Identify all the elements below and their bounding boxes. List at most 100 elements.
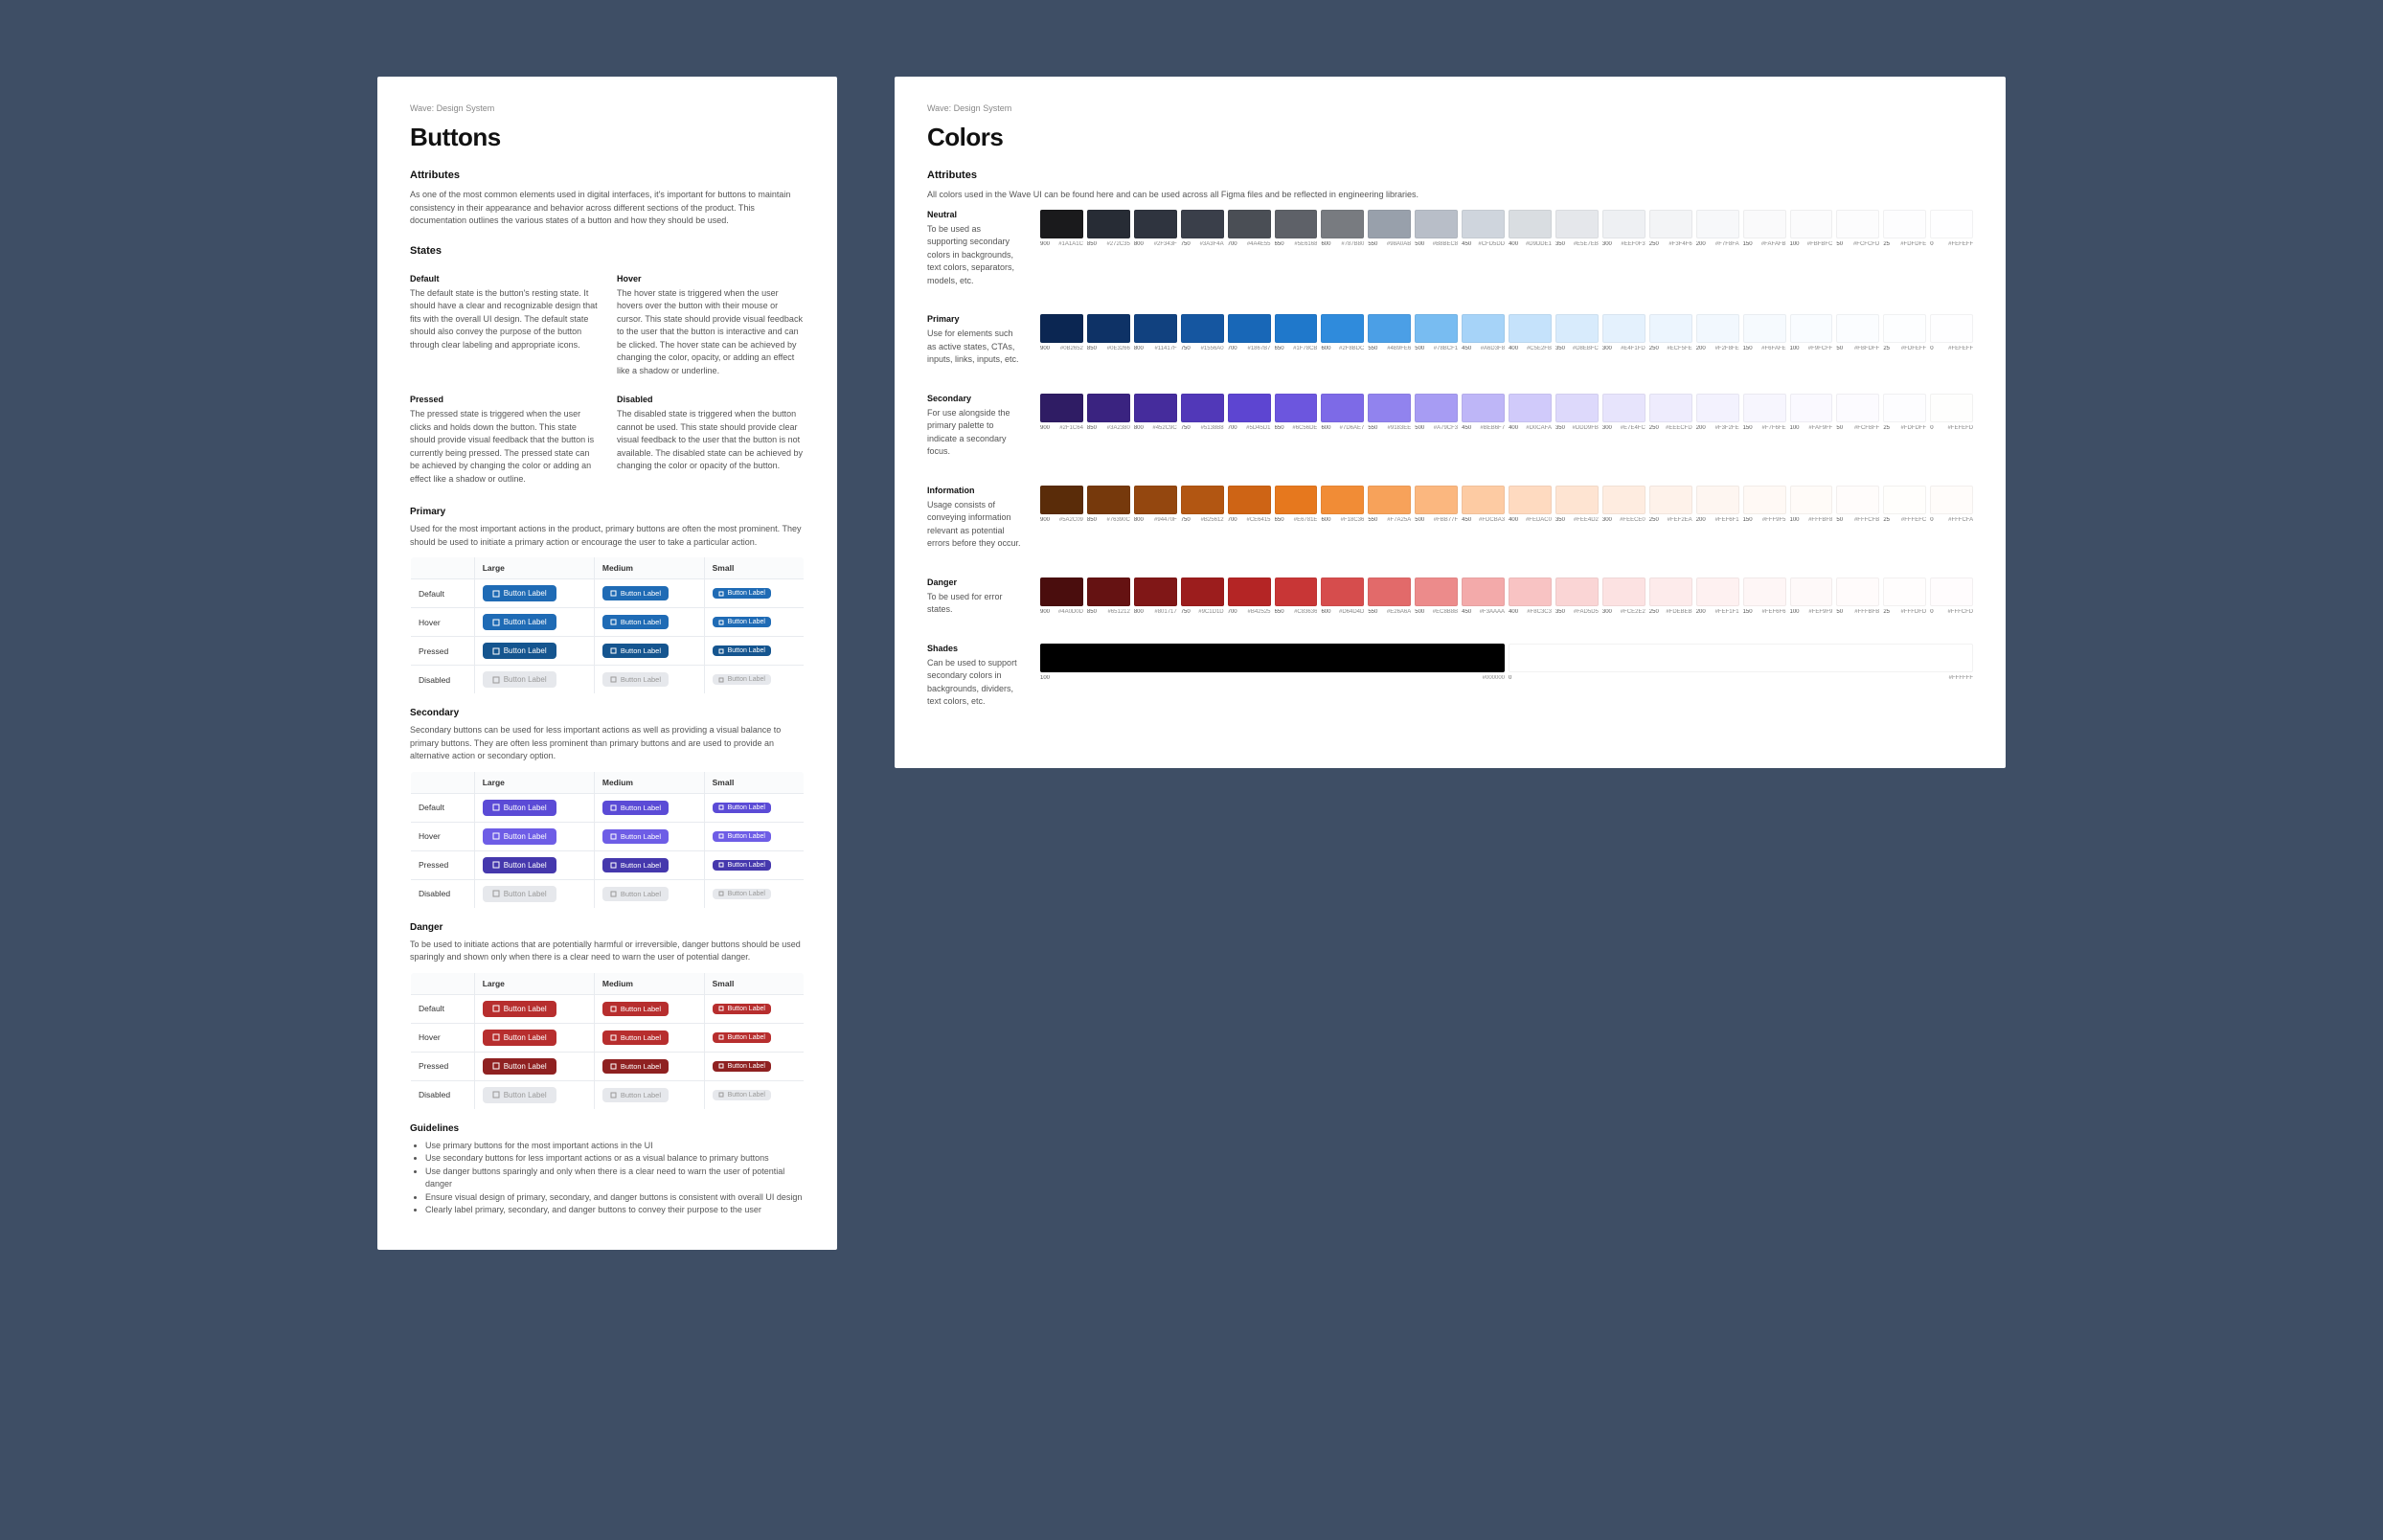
button-label: Button Label [504,646,547,655]
swatch-step: 25 [1883,241,1890,247]
color-swatch: 0#FFFCFA [1930,486,1973,558]
color-group-name: Primary [927,314,1023,324]
primary-button-medium-default[interactable]: Button Label [602,586,669,600]
secondary-button-large-default[interactable]: Button Label [483,800,556,816]
primary-paragraph: Used for the most important actions in t… [410,523,805,549]
color-swatch: 350#FAD5D5 [1555,578,1599,624]
primary-button-medium-pressed[interactable]: Button Label [602,644,669,658]
danger-button-small-default[interactable]: Button Label [713,1004,771,1014]
color-swatch: 550#9183EE [1368,394,1411,466]
danger-button-medium-default[interactable]: Button Label [602,1002,669,1016]
button-label: Button Label [621,832,661,841]
color-swatch: 500#B8BEC8 [1415,210,1458,296]
secondary-button-medium-hover[interactable]: Button Label [602,829,669,844]
swatch-hex: #E5E7EB [1574,241,1599,247]
swatch-box [1790,210,1833,238]
primary-button-large-default[interactable]: Button Label [483,585,556,601]
primary-button-medium-hover[interactable]: Button Label [602,615,669,629]
placeholder-icon [610,676,617,683]
swatch-box [1649,314,1692,343]
danger-button-large-default[interactable]: Button Label [483,1001,556,1017]
swatch-box [1696,210,1739,238]
secondary-button-small-hover[interactable]: Button Label [713,831,771,842]
color-swatch: 50#FCFCFD [1836,210,1879,296]
primary-button-small-disabled: Button Label [713,674,771,685]
row-label-disabled: Disabled [411,1080,475,1109]
swatch-step: 100 [1790,425,1800,431]
state-pressed-paragraph: The pressed state is triggered when the … [410,408,598,486]
swatch-box [1555,578,1599,606]
color-group-shades: ShadesCan be used to support secondary c… [927,644,1973,716]
danger-button-medium-hover[interactable]: Button Label [602,1030,669,1045]
color-swatch: 25#FDFDFF [1883,394,1926,466]
secondary-button-large-hover[interactable]: Button Label [483,828,556,845]
swatch-box [1790,314,1833,343]
primary-button-small-default[interactable]: Button Label [713,588,771,599]
primary-button-small-pressed[interactable]: Button Label [713,645,771,656]
danger-button-large-pressed[interactable]: Button Label [483,1058,556,1075]
swatch-hex: #FBFDFF [1854,346,1879,351]
swatch-box [1509,486,1552,514]
guidelines-list: Use primary buttons for the most importa… [410,1140,805,1217]
swatch-hex: #FEF6F6 [1761,609,1785,615]
secondary-button-small-pressed[interactable]: Button Label [713,860,771,871]
swatch-hex: #F7F6FE [1761,425,1785,431]
swatch-box [1415,314,1458,343]
danger-button-small-hover[interactable]: Button Label [713,1032,771,1043]
swatch-hex: #F2F8FE [1715,346,1739,351]
guideline-item: Ensure visual design of primary, seconda… [425,1191,805,1205]
swatch-hex: #FFFCFB [1854,517,1879,523]
swatch-step: 650 [1275,425,1284,431]
swatch-step: 550 [1368,241,1377,247]
color-swatch: 500#A79CF3 [1415,394,1458,466]
color-swatch: 300#E7E4FC [1602,394,1645,466]
primary-button-small-hover[interactable]: Button Label [713,617,771,627]
color-swatch: 800#2F343F [1134,210,1177,296]
colors-doc-page: Wave: Design System Colors Attributes Al… [895,77,2006,768]
swatch-box [1696,314,1739,343]
swatch-hex: #D8EBFC [1573,346,1599,351]
color-swatch: 0#FFFFFF [1509,644,1973,716]
swatch-box [1602,486,1645,514]
swatch-step: 300 [1602,425,1612,431]
swatch-hex: #98A0AB [1387,241,1411,247]
color-swatch: 250#EEECFD [1649,394,1692,466]
swatch-hex: #C83636 [1294,609,1317,615]
secondary-button-large-pressed[interactable]: Button Label [483,857,556,873]
color-swatch: 350#E5E7EB [1555,210,1599,296]
button-label: Button Label [504,804,547,812]
danger-button-small-pressed[interactable]: Button Label [713,1061,771,1072]
primary-button-large-hover[interactable]: Button Label [483,614,556,630]
placeholder-icon [718,648,724,654]
placeholder-icon [610,590,617,597]
secondary-button-small-default[interactable]: Button Label [713,803,771,813]
color-swatch: 650#5E6168 [1275,210,1318,296]
color-swatch: 750#5138B8 [1181,394,1224,466]
swatch-hex: #4A0D0D [1058,609,1083,615]
swatch-hex: #2F1C64 [1059,425,1083,431]
swatch-step: 150 [1743,346,1753,351]
color-swatch: 850#0E3266 [1087,314,1130,374]
swatch-step: 600 [1321,425,1330,431]
swatch-step: 300 [1602,517,1612,523]
danger-button-large-hover[interactable]: Button Label [483,1030,556,1046]
swatch-step: 500 [1415,425,1424,431]
primary-button-large-pressed[interactable]: Button Label [483,643,556,659]
secondary-button-medium-default[interactable]: Button Label [602,801,669,815]
swatch-step: 600 [1321,517,1330,523]
swatch-step: 25 [1883,517,1890,523]
swatch-hex: #E26A6A [1387,609,1411,615]
danger-heading: Danger [410,922,805,933]
swatch-hex: #FDFEFF [1901,346,1926,351]
placeholder-icon [492,676,500,684]
swatch-box [1462,210,1505,238]
danger-button-medium-pressed[interactable]: Button Label [602,1059,669,1074]
swatch-box [1040,314,1083,343]
swatch-box [1134,210,1177,238]
swatch-box [1368,578,1411,606]
swatch-step: 400 [1509,609,1518,615]
swatch-hex: #F8C3C3 [1527,609,1552,615]
color-swatch: 100#000000 [1040,644,1505,716]
secondary-button-medium-pressed[interactable]: Button Label [602,858,669,872]
swatch-hex: #ECF5FE [1667,346,1691,351]
